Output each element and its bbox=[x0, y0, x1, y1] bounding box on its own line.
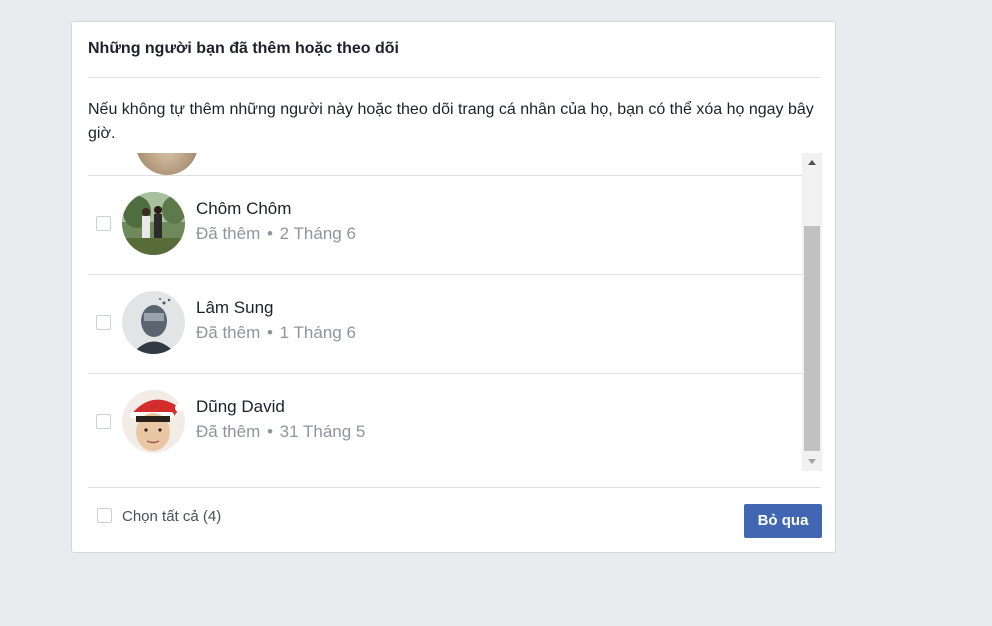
select-all-label[interactable]: Chọn tất cả (4) bbox=[122, 508, 221, 525]
person-name[interactable]: Chôm Chôm bbox=[196, 199, 291, 219]
added-status: Đã thêm bbox=[196, 323, 261, 342]
meta-separator: • bbox=[266, 422, 273, 441]
scroll-down-arrow-icon[interactable] bbox=[802, 451, 822, 471]
person-checkbox[interactable] bbox=[96, 216, 111, 231]
person-name[interactable]: Lâm Sung bbox=[196, 298, 274, 318]
person-added-info: Đã thêm • 31 Tháng 5 bbox=[196, 422, 365, 442]
select-all-checkbox[interactable] bbox=[97, 508, 112, 523]
added-date: 2 Tháng 6 bbox=[279, 224, 356, 243]
avatar[interactable] bbox=[122, 192, 185, 255]
scrollbar-thumb[interactable] bbox=[804, 226, 820, 451]
added-date: 1 Tháng 6 bbox=[279, 323, 356, 342]
meta-separator: • bbox=[266, 323, 273, 342]
list-scrollbar[interactable] bbox=[802, 153, 822, 471]
person-checkbox[interactable] bbox=[96, 414, 111, 429]
avatar[interactable] bbox=[122, 291, 185, 354]
avatar bbox=[136, 153, 198, 175]
person-added-info: Đã thêm • 1 Tháng 6 bbox=[196, 323, 356, 343]
dialog-description: Nếu không tự thêm những người này hoặc t… bbox=[88, 101, 814, 142]
person-name[interactable]: Dũng David bbox=[196, 397, 285, 417]
scroll-up-arrow-icon[interactable] bbox=[802, 153, 822, 173]
title-divider bbox=[88, 77, 821, 78]
people-list-container: Chôm Chôm Đã thêm • 2 Tháng 6 Lâm Sung Đ… bbox=[88, 153, 822, 471]
list-item-lam-sung: Lâm Sung Đã thêm • 1 Tháng 6 bbox=[88, 275, 802, 374]
friends-review-dialog: Những người bạn đã thêm hoặc theo dõi Nế… bbox=[71, 21, 836, 553]
added-date: 31 Tháng 5 bbox=[279, 422, 366, 441]
list-item-chom-chom: Chôm Chôm Đã thêm • 2 Tháng 6 bbox=[88, 176, 802, 275]
person-checkbox[interactable] bbox=[96, 315, 111, 330]
added-status: Đã thêm bbox=[196, 422, 261, 441]
added-status: Đã thêm bbox=[196, 224, 261, 243]
skip-button[interactable]: Bỏ qua bbox=[744, 504, 822, 538]
list-item-dung-david: Dũng David Đã thêm • 31 Tháng 5 bbox=[88, 374, 802, 471]
footer-divider bbox=[88, 487, 821, 488]
meta-separator: • bbox=[266, 224, 273, 243]
avatar[interactable] bbox=[122, 390, 185, 453]
list-item-partial bbox=[88, 153, 802, 176]
people-list: Chôm Chôm Đã thêm • 2 Tháng 6 Lâm Sung Đ… bbox=[88, 153, 802, 471]
dialog-title: Những người bạn đã thêm hoặc theo dõi bbox=[88, 40, 399, 57]
person-added-info: Đã thêm • 2 Tháng 6 bbox=[196, 224, 356, 244]
